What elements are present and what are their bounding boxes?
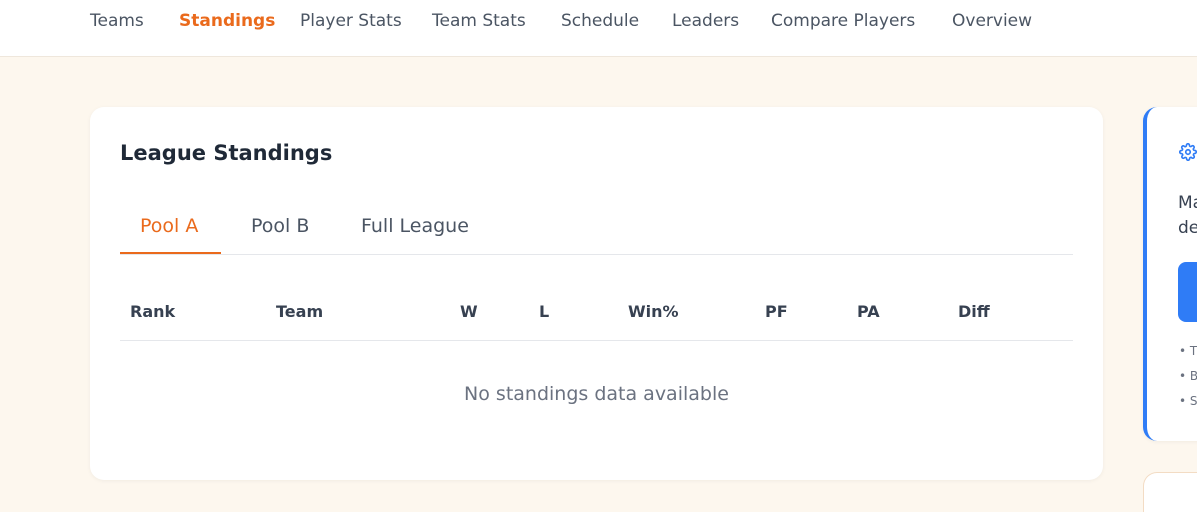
side-bullet-1: • T [1179, 344, 1197, 358]
nav-item-leaders[interactable]: Leaders [672, 11, 739, 31]
column-header-w[interactable]: W [460, 302, 478, 321]
nav-item-schedule[interactable]: Schedule [561, 11, 639, 31]
empty-state-message: No standings data available [464, 383, 729, 405]
column-header-diff[interactable]: Diff [958, 302, 990, 321]
tab-pool-a[interactable]: Pool A [140, 215, 198, 237]
nav-item-overview[interactable]: Overview [952, 11, 1032, 31]
column-header-pa[interactable]: PA [857, 302, 880, 321]
gear-icon [1178, 142, 1197, 165]
column-header-pf[interactable]: PF [765, 302, 788, 321]
tabs-divider [120, 254, 1073, 255]
top-navigation: Teams Standings Player Stats Team Stats … [0, 0, 1197, 57]
side-secondary-card [1143, 472, 1197, 512]
tab-pool-b[interactable]: Pool B [251, 215, 309, 237]
active-tab-indicator [120, 252, 221, 254]
column-header-rank[interactable]: Rank [130, 302, 175, 321]
side-text-line-1: Ma [1178, 193, 1197, 213]
side-bullet-3: • S [1179, 394, 1197, 408]
standings-card: League Standings Pool A Pool B Full Leag… [90, 107, 1103, 480]
column-header-win-pct[interactable]: Win% [628, 302, 679, 321]
column-header-team[interactable]: Team [276, 302, 323, 321]
nav-item-player-stats[interactable]: Player Stats [300, 11, 402, 31]
column-header-l[interactable]: L [539, 302, 549, 321]
side-bullet-2: • B [1179, 369, 1197, 383]
nav-item-standings[interactable]: Standings [179, 11, 275, 31]
side-action-button[interactable] [1178, 262, 1197, 322]
side-text-line-2: de [1178, 218, 1197, 238]
tab-full-league[interactable]: Full League [361, 215, 469, 237]
table-header-divider [120, 340, 1073, 341]
card-title: League Standings [120, 141, 333, 165]
nav-item-teams[interactable]: Teams [90, 11, 144, 31]
nav-item-compare-players[interactable]: Compare Players [771, 11, 915, 31]
nav-item-team-stats[interactable]: Team Stats [432, 11, 526, 31]
side-info-card: Ma de • T • B • S [1143, 107, 1197, 441]
